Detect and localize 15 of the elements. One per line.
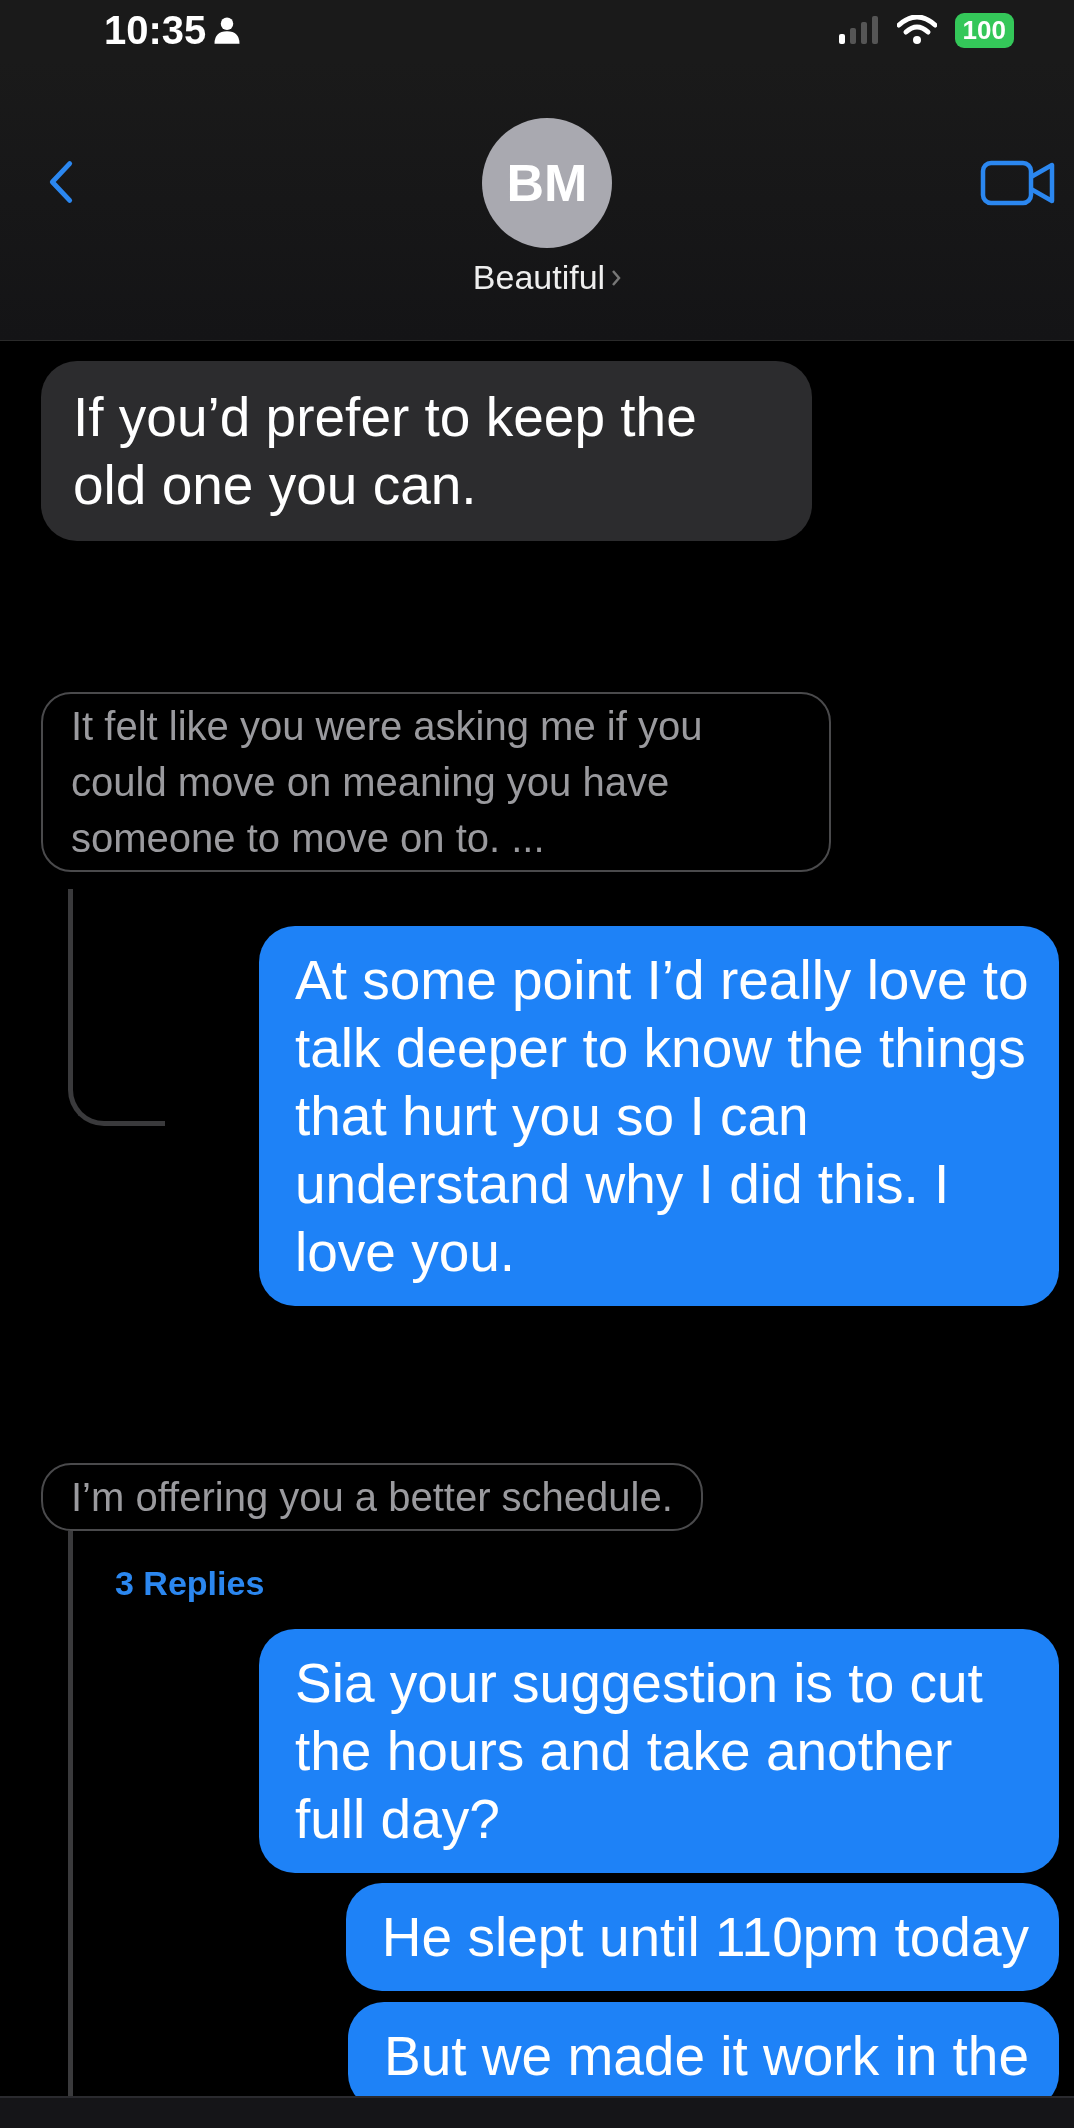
quoted-message: It felt like you were asking me if you could move on meaning you have someone to move on to. ... <box>41 692 831 872</box>
battery-level: 100 <box>954 12 1014 48</box>
wifi-icon <box>896 15 937 45</box>
status-time: 10:35 <box>104 7 207 53</box>
replies-link[interactable]: 3 Replies <box>115 1559 265 1607</box>
sent-message: Sia your suggestion is to cut the hours and take another full day? <box>259 1629 1059 1873</box>
sent-message: He slept until 110pm today <box>345 1883 1059 1991</box>
contact-name[interactable]: Beautiful <box>472 258 606 297</box>
chevron-icon <box>611 268 622 287</box>
sent-message: At some point I’d really love to talk deeper to know the things that hurt you so I can understand why I did this. I love you. <box>259 926 1059 1306</box>
back-icon[interactable] <box>48 160 74 204</box>
received-message: If you’d prefer to keep the old one you can. <box>41 361 812 541</box>
quoted-message: I’m offering you a better schedule. <box>41 1463 703 1531</box>
video-call-icon[interactable] <box>980 160 1056 206</box>
signal-icon <box>838 16 879 44</box>
